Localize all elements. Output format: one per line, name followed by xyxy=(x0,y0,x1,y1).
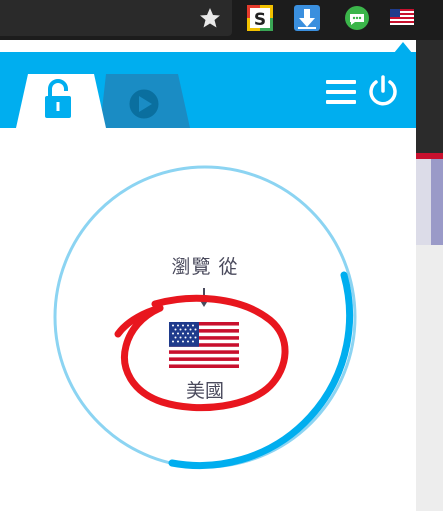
country-name: 美國 xyxy=(185,380,224,402)
us-flag-extension-icon[interactable] xyxy=(390,9,414,25)
download-icon[interactable] xyxy=(294,5,320,31)
background-page xyxy=(416,40,443,511)
menu-icon[interactable] xyxy=(326,77,356,107)
power-icon[interactable] xyxy=(366,75,400,109)
svg-text:S: S xyxy=(254,10,266,30)
us-flag-icon xyxy=(169,322,239,368)
browser-toolbar: S xyxy=(0,0,443,40)
down-arrow-icon xyxy=(199,288,209,307)
s-extension-icon[interactable]: S xyxy=(247,5,273,31)
browse-from-label: 瀏覽 從 xyxy=(171,256,239,278)
tab-play[interactable] xyxy=(100,74,192,128)
tab-lock[interactable] xyxy=(16,74,108,128)
star-icon[interactable] xyxy=(198,6,222,30)
connection-status-ring xyxy=(53,165,357,470)
chat-extension-icon[interactable] xyxy=(344,5,370,31)
popup-header xyxy=(0,52,416,128)
